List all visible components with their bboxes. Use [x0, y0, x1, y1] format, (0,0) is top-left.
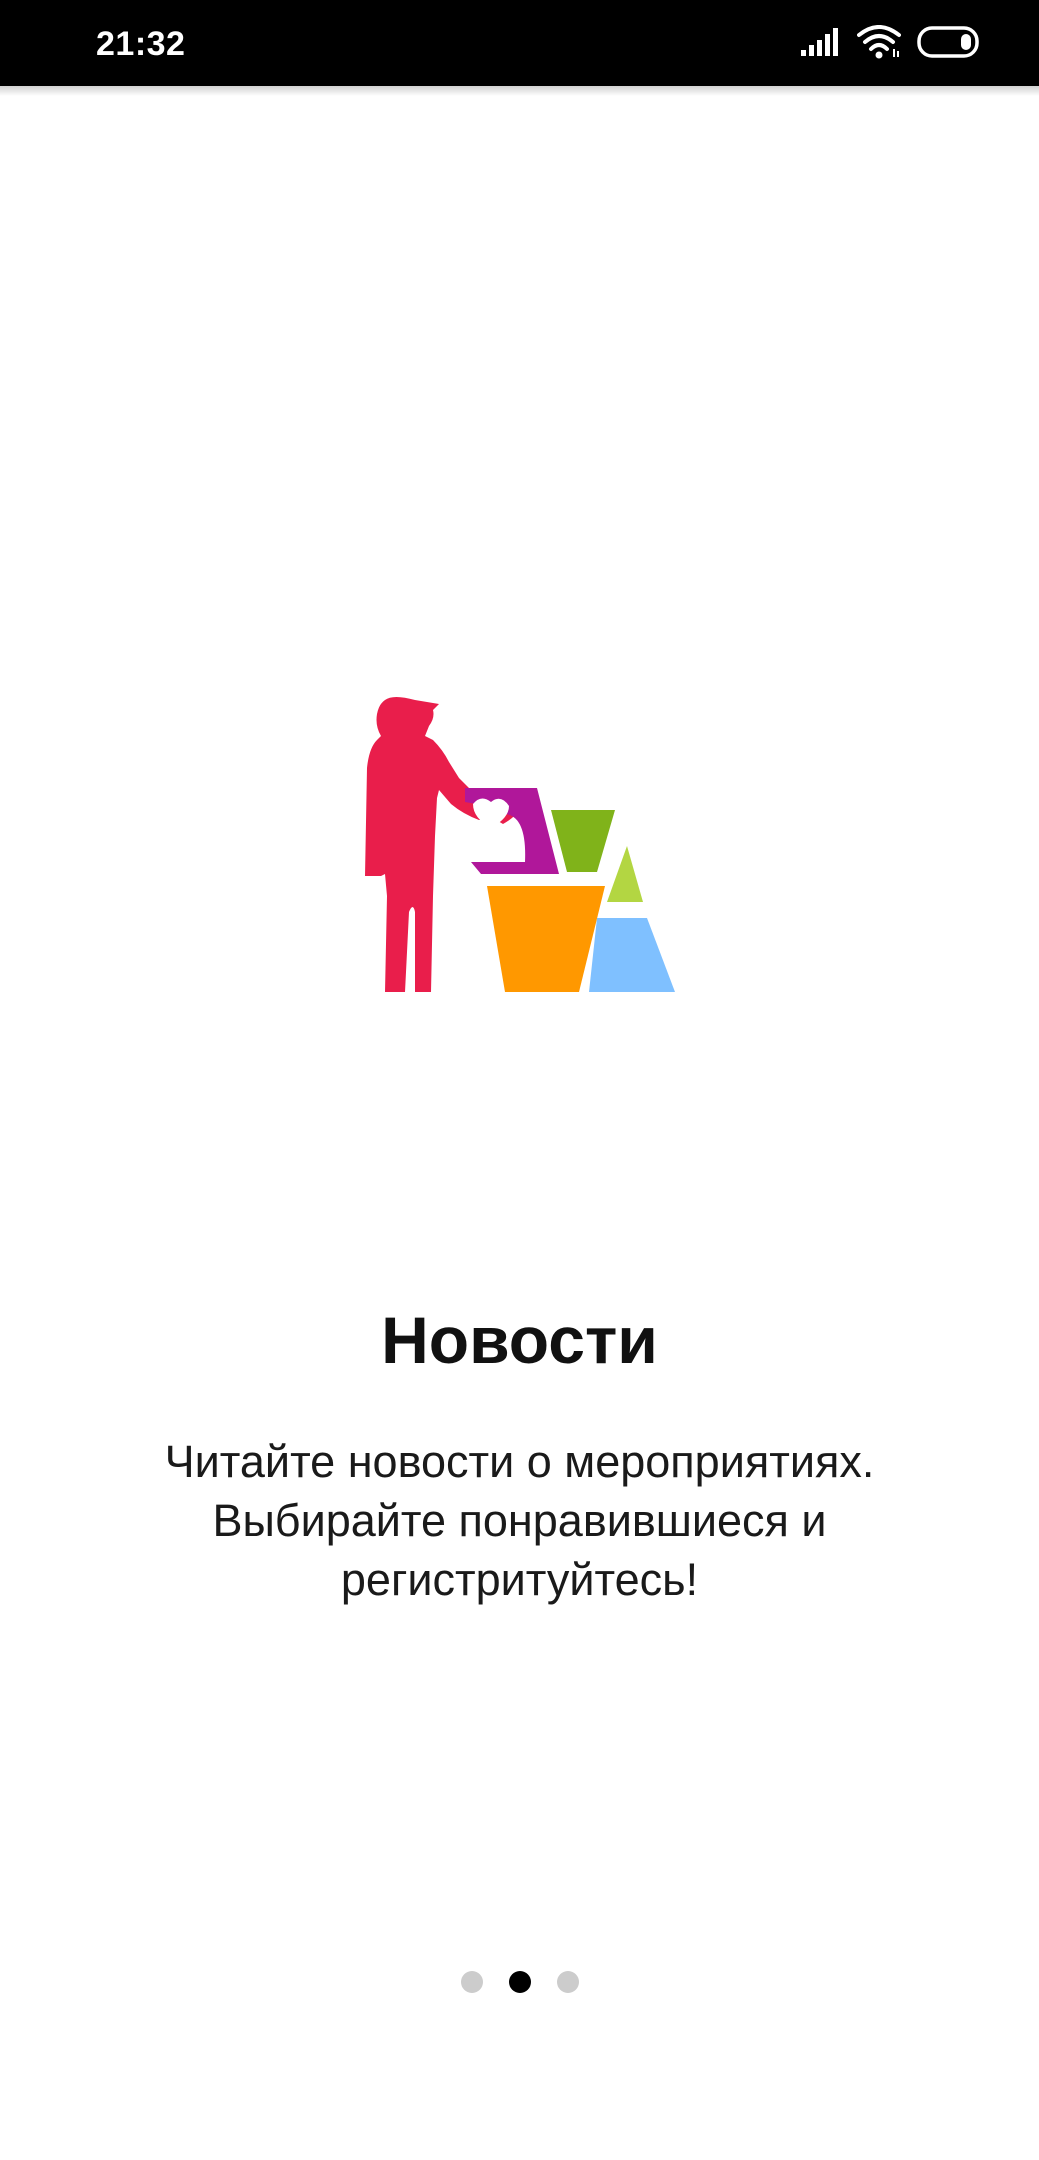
page-dot-1[interactable] — [460, 1971, 483, 1993]
lime-triangle-shape — [607, 846, 643, 902]
orange-box-shape — [487, 886, 605, 992]
status-icons — [801, 24, 983, 64]
blue-box-shape — [589, 918, 675, 992]
description-line: Выбирайте понравившиеся и — [212, 1495, 827, 1546]
page-dot-3[interactable] — [556, 1971, 579, 1993]
description-text: Читайте новости о мероприятиях. Выбирайт… — [80, 1432, 959, 1609]
onboarding-screen[interactable]: 21:32 Новости Читайте новости о мероприя… — [0, 0, 1039, 2160]
volunteer-boxes-illustration — [355, 696, 685, 996]
status-bar: 21:32 — [0, 0, 1039, 86]
green-box-shape — [551, 810, 615, 872]
signal-icon — [801, 27, 841, 61]
page-indicator — [0, 1970, 1039, 1994]
status-bar-shadow — [0, 86, 1039, 96]
page-dot-2[interactable] — [508, 1971, 531, 1993]
description-line: Читайте новости о мероприятиях. — [164, 1436, 875, 1487]
page-title: Новости — [381, 1303, 658, 1377]
wifi-icon — [857, 24, 901, 64]
battery-icon — [917, 25, 983, 63]
status-time: 21:32 — [96, 25, 186, 63]
description-line: регистритуйтесь! — [340, 1554, 699, 1605]
